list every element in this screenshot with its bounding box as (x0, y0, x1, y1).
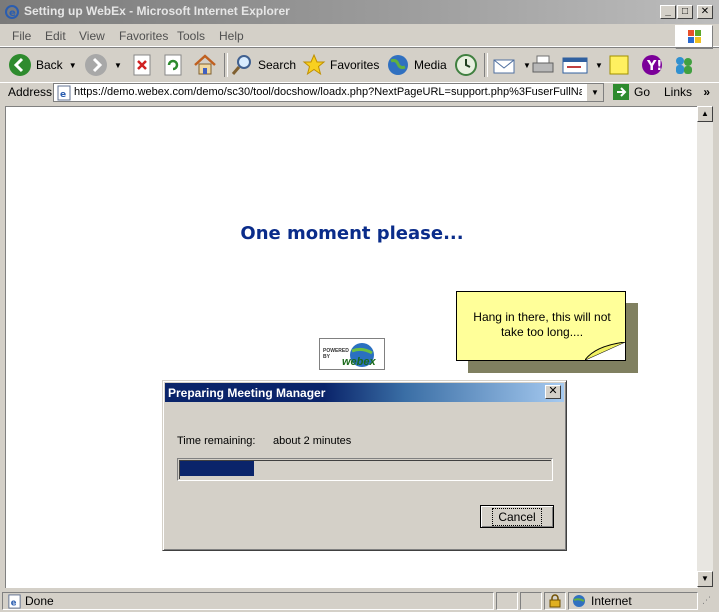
menu-bar: File Edit View Favorites Tools Help (0, 24, 719, 47)
go-label: Go (634, 85, 651, 99)
resize-grip-icon[interactable]: ⋰ (702, 595, 711, 606)
mail-button[interactable]: ▼ (491, 52, 531, 78)
address-bar: Address e https://demo.webex.com/demo/sc… (0, 82, 719, 104)
svg-text:e: e (11, 597, 17, 607)
progress-bar (177, 458, 553, 481)
menu-favorites[interactable]: Favorites (119, 29, 168, 43)
back-dropdown-icon[interactable]: ▼ (69, 61, 77, 70)
status-panel-empty-1 (496, 592, 518, 610)
yahoo-messenger-icon: Y! (642, 55, 662, 75)
go-arrow-icon (613, 84, 629, 100)
msn-messenger-icon (676, 57, 692, 74)
back-label: Back (36, 58, 63, 72)
search-icon (231, 55, 251, 75)
favorites-star-icon (302, 53, 326, 76)
mail-icon (493, 59, 515, 74)
minimize-button[interactable]: _ (660, 5, 676, 19)
favorites-button[interactable]: Favorites (302, 52, 379, 78)
search-button[interactable]: Search (230, 52, 296, 78)
address-label: Address (8, 85, 53, 99)
history-icon (455, 54, 477, 76)
discuss-button[interactable] (607, 52, 631, 78)
messenger-button[interactable] (671, 52, 697, 78)
media-globe-icon (388, 55, 408, 75)
home-icon (194, 54, 216, 75)
vertical-scrollbar[interactable]: ▲ ▼ (697, 106, 713, 587)
menu-edit[interactable]: Edit (45, 29, 66, 43)
page-icon: e (57, 85, 71, 101)
menu-tools[interactable]: Tools (177, 29, 205, 43)
forward-dropdown-icon[interactable]: ▼ (114, 61, 122, 70)
links-button[interactable]: Links » (664, 85, 710, 99)
chevron-right-icon: » (703, 85, 711, 99)
webex-wordmark: webex (342, 356, 376, 368)
internet-explorer-icon: e (5, 5, 19, 19)
stop-icon (133, 54, 151, 76)
sticky-note: Hang in there, this will not take too lo… (456, 291, 626, 361)
close-button[interactable]: ✕ (697, 5, 713, 19)
scroll-down-button[interactable]: ▼ (697, 571, 713, 587)
status-bar: e Done Internet ⋰ (0, 590, 719, 612)
window-title: Setting up WebEx - Microsoft Internet Ex… (24, 4, 290, 18)
status-panel: e Done (2, 592, 494, 610)
preparing-meeting-manager-dialog: Preparing Meeting Manager ✕ Time remaini… (162, 380, 567, 551)
go-button[interactable]: Go (612, 83, 650, 101)
yahoo-messenger-button[interactable]: Y! (639, 52, 665, 78)
maximize-button[interactable]: □ (677, 5, 693, 19)
scroll-up-button[interactable]: ▲ (697, 106, 713, 122)
window-title-bar[interactable]: e Setting up WebEx - Microsoft Internet … (0, 0, 719, 24)
refresh-icon (164, 54, 182, 76)
edit-page-icon (562, 57, 588, 74)
menu-help[interactable]: Help (219, 29, 244, 43)
edit-button[interactable]: ▼ (561, 52, 603, 78)
back-button[interactable]: Back ▼ (8, 52, 77, 78)
cancel-button[interactable]: Cancel (480, 505, 554, 528)
print-button[interactable] (530, 52, 556, 78)
zone-text: Internet (591, 594, 632, 608)
standard-toolbar: Back ▼ ▼ Search Favorites Media ▼ ▼ Y! (0, 47, 719, 83)
security-panel (544, 592, 566, 610)
page-done-icon: e (8, 594, 21, 609)
lock-icon (549, 594, 561, 608)
cancel-label: Cancel (492, 507, 542, 526)
internet-globe-icon (573, 595, 585, 607)
refresh-button[interactable] (162, 52, 184, 78)
time-remaining-label: Time remaining: (177, 435, 256, 447)
links-label: Links (664, 85, 693, 99)
menu-file[interactable]: File (12, 29, 31, 43)
dialog-title: Preparing Meeting Manager (168, 386, 326, 400)
forward-button[interactable]: ▼ (84, 52, 122, 78)
windows-logo-icon (675, 25, 713, 49)
dialog-title-bar[interactable]: Preparing Meeting Manager ✕ (165, 383, 564, 402)
home-button[interactable] (192, 52, 218, 78)
progress-fill (180, 461, 254, 476)
address-url: https://demo.webex.com/demo/sc30/tool/do… (74, 86, 582, 98)
dialog-close-button[interactable]: ✕ (545, 385, 561, 399)
sticky-note-icon (609, 55, 629, 75)
svg-text:e: e (9, 8, 16, 19)
svg-text:e: e (60, 90, 66, 100)
menu-view[interactable]: View (79, 29, 105, 43)
status-text: Done (25, 594, 54, 608)
page-curl-icon (585, 342, 625, 360)
sticky-note-text: Hang in there, this will not take too lo… (473, 310, 611, 339)
favorites-label: Favorites (330, 58, 380, 72)
zone-panel: Internet (568, 592, 698, 610)
back-arrow-icon (9, 54, 31, 76)
media-label: Media (414, 58, 447, 72)
time-remaining-value: about 2 minutes (273, 435, 352, 447)
search-label: Search (258, 58, 297, 72)
history-button[interactable] (453, 52, 479, 78)
edit-dropdown-icon[interactable]: ▼ (595, 61, 603, 70)
page-heading: One moment please... (240, 223, 464, 244)
status-panel-empty-2 (520, 592, 542, 610)
media-button[interactable]: Media (386, 52, 447, 78)
stop-button[interactable] (131, 52, 153, 78)
svg-text:Y!: Y! (646, 59, 662, 74)
printer-icon (532, 55, 554, 73)
forward-arrow-icon (85, 54, 107, 76)
powered-by-webex-logo: POWERED BY webex (319, 338, 385, 370)
address-dropdown-icon[interactable]: ▼ (586, 84, 603, 101)
address-input[interactable]: e https://demo.webex.com/demo/sc30/tool/… (53, 83, 604, 102)
